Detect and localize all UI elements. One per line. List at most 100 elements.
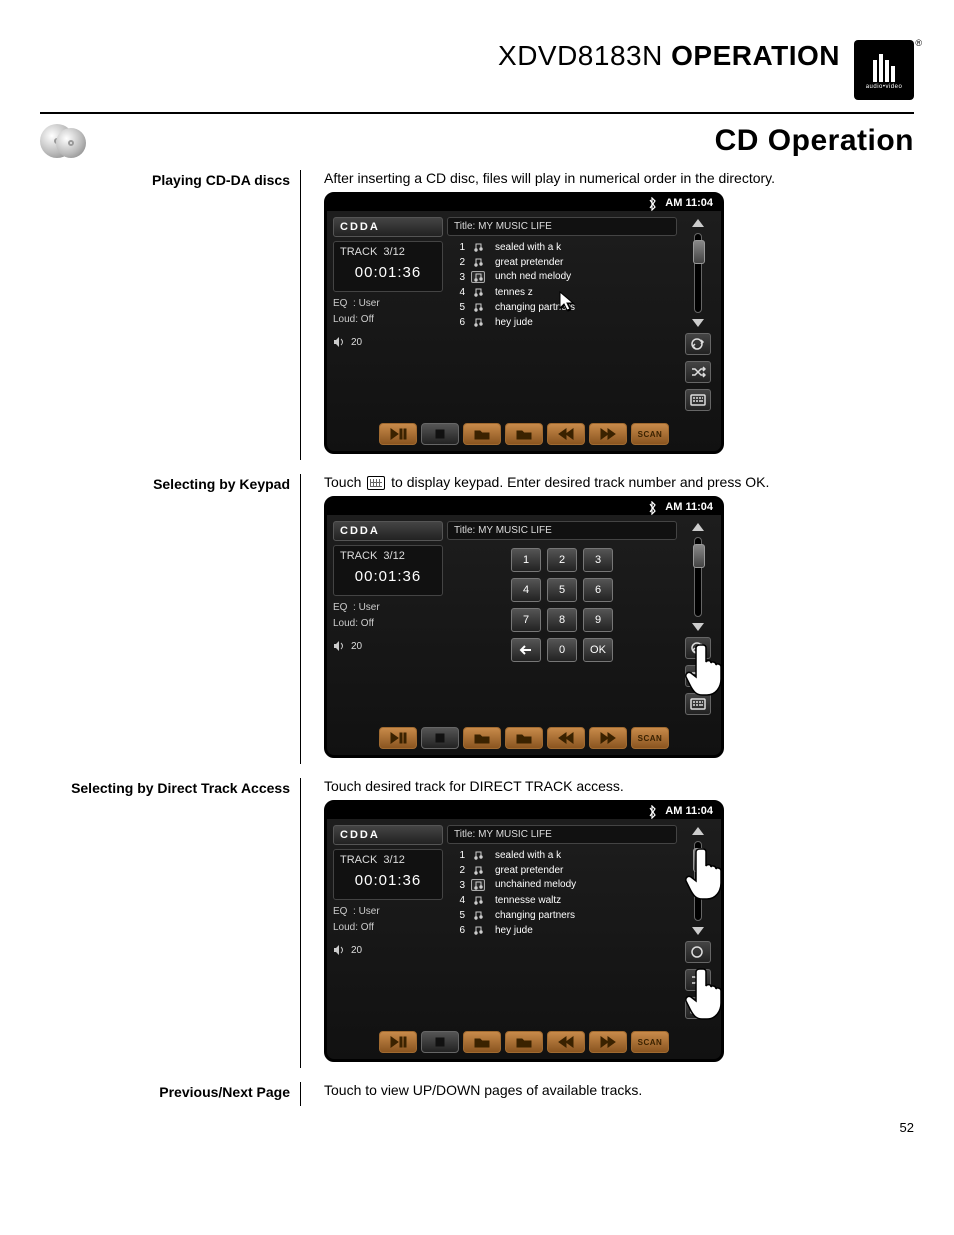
shuffle-button[interactable] (685, 361, 711, 383)
folder-down-button[interactable]: - (463, 423, 501, 445)
scroll-down-icon[interactable] (692, 319, 704, 327)
music-note-icon (471, 924, 485, 936)
track-panel: TRACK 3/12 00:01:36 (333, 849, 443, 900)
track-row[interactable]: 1sealed with a k (447, 848, 677, 862)
keypad-key-7[interactable]: 7 (511, 608, 541, 632)
repeat-button[interactable] (685, 333, 711, 355)
transport-bar: - + SCAN (327, 419, 721, 451)
scroll-up-icon[interactable] (692, 219, 704, 227)
prev-button[interactable] (547, 1031, 585, 1053)
music-note-icon (471, 909, 485, 921)
mouse-cursor-icon (557, 290, 579, 312)
track-row[interactable]: 6hey jude (447, 923, 677, 937)
folder-up-button[interactable] (505, 727, 543, 749)
repeat-button[interactable] (685, 941, 711, 963)
title-bar: Title: MY MUSIC LIFE (447, 217, 677, 236)
scan-button[interactable]: SCAN (631, 1031, 669, 1053)
keypad-key-3[interactable]: 3 (583, 548, 613, 572)
keypad-key-back[interactable] (511, 638, 541, 662)
keypad-key-8[interactable]: 8 (547, 608, 577, 632)
track-list-area: Title: MY MUSIC LIFE 1sealed with a k 2g… (447, 217, 677, 413)
track-row[interactable]: 2great pretender (447, 863, 677, 877)
next-button[interactable] (589, 727, 627, 749)
scan-button[interactable]: SCAN (631, 423, 669, 445)
prev-button[interactable] (547, 727, 585, 749)
scroll-down-icon[interactable] (692, 927, 704, 935)
volume-display: 20 (333, 640, 443, 652)
row-separator (300, 474, 316, 764)
keypad-toggle-button[interactable] (685, 389, 711, 411)
music-note-icon (471, 864, 485, 876)
folder-up-button[interactable] (505, 1031, 543, 1053)
eq-meta: EQ : User Loud: Off (333, 904, 443, 936)
keypad-key-ok[interactable]: OK (583, 638, 613, 662)
slider-thumb[interactable] (693, 240, 705, 264)
track-row[interactable]: 5changing partners (447, 908, 677, 922)
mode-chip: CDDA (333, 217, 443, 237)
eq-meta: EQ : User Loud: Off (333, 296, 443, 328)
model-number: XDVD8183N (498, 40, 663, 71)
speaker-icon (333, 640, 345, 652)
music-note-icon (471, 316, 485, 328)
play-pause-button[interactable] (379, 423, 417, 445)
device-screen-2: AM 11:04 CDDA TRACK 3/12 00:01:36 EQ : U… (324, 496, 724, 758)
keypad-key-1[interactable]: 1 (511, 548, 541, 572)
next-button[interactable] (589, 423, 627, 445)
track-list: 1sealed with a k 2great pretender 3unch … (447, 240, 677, 329)
scroll-slider[interactable] (694, 233, 702, 313)
registered-mark: ® (915, 38, 922, 48)
track-row[interactable]: 4tennesse waltz (447, 893, 677, 907)
play-pause-button[interactable] (379, 1031, 417, 1053)
elapsed-time: 00:01:36 (340, 258, 436, 287)
status-bar: AM 11:04 (327, 803, 721, 819)
stop-button[interactable] (421, 1031, 459, 1053)
transport-bar: SCAN (327, 723, 721, 755)
next-button[interactable] (589, 1031, 627, 1053)
track-row[interactable]: 1sealed with a k (447, 240, 677, 254)
logo-subtext: audio•video (866, 84, 903, 90)
row-separator (300, 1082, 316, 1106)
keypad-inline-icon (367, 476, 385, 490)
scroll-up-icon[interactable] (692, 523, 704, 531)
keypad-key-4[interactable]: 4 (511, 578, 541, 602)
section-title: CD Operation (715, 124, 914, 158)
svg-text:+: + (526, 433, 530, 440)
keypad-key-5[interactable]: 5 (547, 578, 577, 602)
scan-button[interactable]: SCAN (631, 727, 669, 749)
scroll-down-icon[interactable] (692, 623, 704, 631)
folder-down-button[interactable] (463, 1031, 501, 1053)
header-rule (40, 112, 914, 114)
row-text: Touch desired track for DIRECT TRACK acc… (324, 778, 914, 794)
folder-up-button[interactable]: + (505, 423, 543, 445)
folder-down-button[interactable] (463, 727, 501, 749)
prev-button[interactable] (547, 423, 585, 445)
mode-chip: CDDA (333, 521, 443, 541)
track-panel: TRACK 3/12 00:01:36 (333, 241, 443, 292)
keypad-key-9[interactable]: 9 (583, 608, 613, 632)
row-prev-next-page: Previous/Next Page Touch to view UP/DOWN… (40, 1082, 914, 1106)
play-pause-button[interactable] (379, 727, 417, 749)
slider-thumb[interactable] (693, 544, 705, 568)
stop-button[interactable] (421, 423, 459, 445)
device-screen-1: AM 11:04 CDDA TRACK 3/12 00:01:36 EQ : U… (324, 192, 724, 454)
transport-bar: SCAN (327, 1027, 721, 1059)
music-note-icon (471, 301, 485, 313)
track-row-selected[interactable]: 3unch ned melody (447, 270, 677, 284)
scroll-slider[interactable] (694, 537, 702, 617)
device-screen-3: AM 11:04 CDDA TRACK 3/12 00:01:36 EQ : U… (324, 800, 724, 1062)
keypad-key-0[interactable]: 0 (547, 638, 577, 662)
track-row[interactable]: 6hey jude (447, 315, 677, 329)
track-row[interactable]: 2great pretender (447, 255, 677, 269)
volume-display: 20 (333, 336, 443, 348)
speaker-icon (333, 944, 345, 956)
cd-disc-icon (40, 122, 90, 160)
stop-button[interactable] (421, 727, 459, 749)
track-label: TRACK (340, 246, 377, 258)
section-header: CD Operation (40, 122, 914, 160)
keypad-key-2[interactable]: 2 (547, 548, 577, 572)
row-label: Previous/Next Page (40, 1082, 300, 1100)
scroll-up-icon[interactable] (692, 827, 704, 835)
keypad-key-6[interactable]: 6 (583, 578, 613, 602)
row-separator (300, 778, 316, 1068)
track-row-selected[interactable]: 3unchained melody (447, 878, 677, 892)
